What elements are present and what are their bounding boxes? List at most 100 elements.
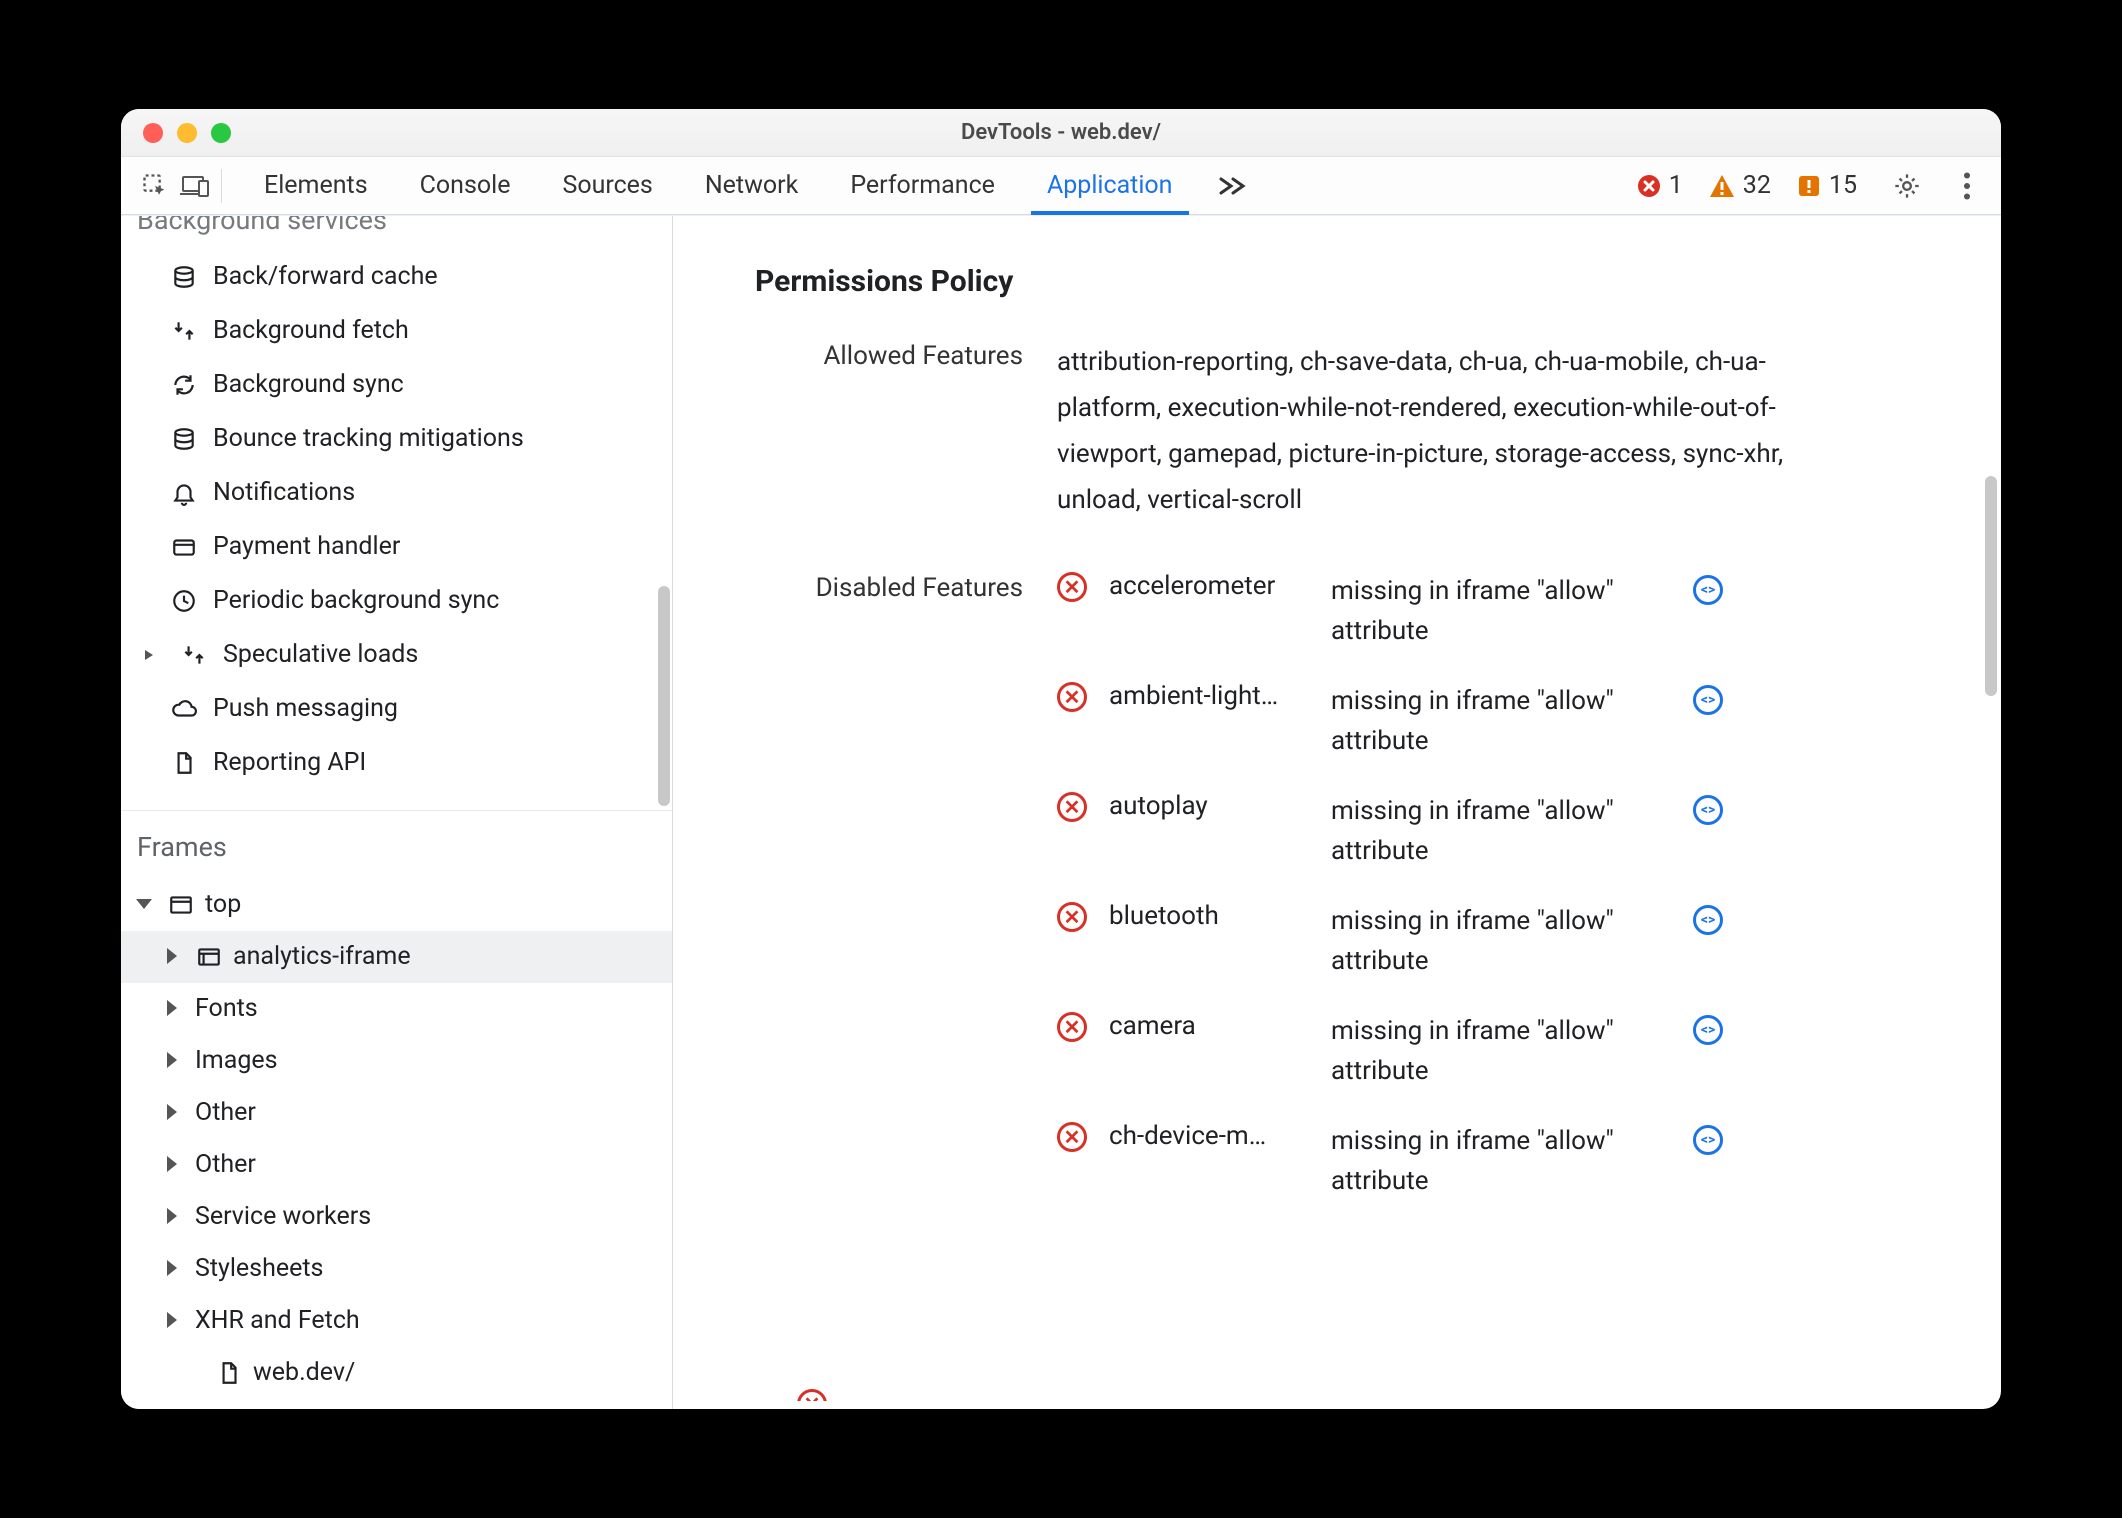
sidebar-item-notifications[interactable]: Notifications (121, 466, 672, 520)
tree-row-label: Fonts (195, 989, 258, 1029)
db-icon (169, 262, 199, 292)
close-window-button[interactable] (143, 123, 163, 143)
sidebar-item-label: Push messaging (213, 690, 398, 728)
devtools-tabs: Elements Console Sources Network Perform… (238, 157, 1199, 214)
sidebar-item-label: Background sync (213, 366, 404, 404)
disabled-feature-row: ✕ ambient-light… missing in iframe "allo… (1057, 681, 1723, 761)
frame-icon (167, 891, 195, 919)
macos-titlebar: DevTools - web.dev/ (121, 109, 2001, 157)
tree-row-service-workers[interactable]: Service workers (121, 1191, 672, 1243)
tree-row-label: analytics-iframe (233, 937, 411, 977)
sidebar-item-push-messaging[interactable]: Push messaging (121, 682, 672, 736)
tree-row-other[interactable]: Other (121, 1087, 672, 1139)
tree-row-fonts[interactable]: Fonts (121, 983, 672, 1035)
sidebar-item-label: Back/forward cache (213, 258, 438, 296)
reveal-source-icon[interactable]: <> (1693, 681, 1723, 715)
error-count[interactable]: 1 (1637, 171, 1683, 200)
sidebar-item-background-fetch[interactable]: Background fetch (121, 304, 672, 358)
disabled-feature-name: ch-device-m… (1109, 1121, 1309, 1151)
doc-icon (169, 748, 199, 778)
sidebar-item-periodic-background-sync[interactable]: Periodic background sync (121, 574, 672, 628)
frames-tree: top analytics-iframe Fonts Images Other Other… (121, 879, 672, 1399)
window-controls (121, 123, 231, 143)
tab-performance[interactable]: Performance (824, 157, 1021, 214)
sidebar-divider (121, 810, 672, 811)
tree-row-web-dev-[interactable]: web.dev/ (121, 1347, 672, 1399)
tree-arrow-icon (167, 1260, 185, 1278)
reveal-source-icon[interactable]: <> (1693, 1121, 1723, 1155)
sidebar-item-label: Bounce tracking mitigations (213, 420, 524, 458)
warning-count[interactable]: 32 (1709, 171, 1771, 200)
devtools-toolbar: Elements Console Sources Network Perform… (121, 157, 2001, 215)
cloud-icon (169, 694, 199, 724)
fetch-icon (169, 316, 199, 346)
disabled-x-icon: ✕ (1057, 791, 1087, 822)
tab-network[interactable]: Network (679, 157, 824, 214)
tree-row-other[interactable]: Other (121, 1139, 672, 1191)
sidebar-item-label: Background fetch (213, 312, 409, 350)
tab-elements[interactable]: Elements (238, 157, 394, 214)
tab-console[interactable]: Console (394, 157, 537, 214)
issue-counts: 1 32 15 (1637, 171, 1867, 200)
more-tabs-button[interactable] (1199, 175, 1265, 197)
sidebar-item-back-forward-cache[interactable]: Back/forward cache (121, 250, 672, 304)
tree-arrow-icon (167, 1000, 185, 1018)
tree-arrow-icon (167, 1104, 185, 1122)
sidebar-item-bounce-tracking-mitigations[interactable]: Bounce tracking mitigations (121, 412, 672, 466)
fetch-icon (179, 640, 209, 670)
tree-arrow-icon (167, 1156, 185, 1174)
sidebar-item-reporting-api[interactable]: Reporting API (121, 736, 672, 790)
zoom-window-button[interactable] (211, 123, 231, 143)
sidebar-item-label: Reporting API (213, 744, 366, 782)
main-scrollbar[interactable] (1985, 476, 1997, 696)
allowed-features-label: Allowed Features (755, 339, 1023, 371)
disabled-feature-reason: missing in iframe "allow" attribute (1331, 1121, 1671, 1201)
disabled-feature-row: ✕ ch-device-m… missing in iframe "allow"… (1057, 1121, 1723, 1201)
inspect-element-icon[interactable] (135, 166, 175, 206)
device-toolbar-icon[interactable] (175, 166, 215, 206)
tree-row-label: Other (195, 1145, 256, 1185)
allowed-features-value: attribution-reporting, ch-save-data, ch-… (1057, 339, 1817, 523)
settings-icon[interactable] (1887, 166, 1927, 206)
sidebar-scrollbar[interactable] (658, 586, 670, 806)
reveal-source-icon[interactable]: <> (1693, 1011, 1723, 1045)
devtools-body: Background services Back/forward cacheBa… (121, 215, 2001, 1409)
issue-icon (1797, 174, 1821, 198)
iframe-icon (195, 943, 223, 971)
disabled-features-table: ✕ accelerometer missing in iframe "allow… (1057, 571, 1723, 1201)
reveal-source-icon[interactable]: <> (1693, 901, 1723, 935)
sidebar-item-speculative-loads[interactable]: Speculative loads (121, 628, 672, 682)
tree-row-images[interactable]: Images (121, 1035, 672, 1087)
disabled-feature-reason: missing in iframe "allow" attribute (1331, 901, 1671, 981)
tab-application[interactable]: Application (1021, 157, 1199, 214)
tree-row-label: web.dev/ (253, 1353, 355, 1393)
tree-row-xhr-and-fetch[interactable]: XHR and Fetch (121, 1295, 672, 1347)
tree-row-label: Service workers (195, 1197, 371, 1237)
disabled-features-label: Disabled Features (755, 571, 1023, 603)
window-title: DevTools - web.dev/ (121, 120, 2001, 145)
tab-sources[interactable]: Sources (536, 157, 678, 214)
sidebar-item-payment-handler[interactable]: Payment handler (121, 520, 672, 574)
tree-row-top[interactable]: top (121, 879, 672, 931)
partial-disabled-row-icon: ✕ (797, 1388, 827, 1409)
tree-row-label: Other (195, 1093, 256, 1133)
db-icon (169, 424, 199, 454)
tree-row-stylesheets[interactable]: Stylesheets (121, 1243, 672, 1295)
tree-row-analytics-iframe[interactable]: analytics-iframe (121, 931, 672, 983)
reveal-source-icon[interactable]: <> (1693, 571, 1723, 605)
disabled-feature-reason: missing in iframe "allow" attribute (1331, 681, 1671, 761)
minimize-window-button[interactable] (177, 123, 197, 143)
disabled-x-icon: ✕ (1057, 901, 1087, 932)
tree-arrow-icon (139, 896, 157, 914)
permissions-policy-heading: Permissions Policy (755, 264, 1961, 299)
disabled-feature-row: ✕ accelerometer missing in iframe "allow… (1057, 571, 1723, 651)
issue-count[interactable]: 15 (1797, 171, 1857, 200)
sidebar-item-background-sync[interactable]: Background sync (121, 358, 672, 412)
tree-row-label: Images (195, 1041, 278, 1081)
kebab-menu-icon[interactable] (1947, 166, 1987, 206)
reveal-source-icon[interactable]: <> (1693, 791, 1723, 825)
devtools-window: DevTools - web.dev/ Elements Console Sou… (121, 109, 2001, 1409)
disabled-x-icon: ✕ (1057, 1011, 1087, 1042)
tree-arrow-icon (167, 948, 185, 966)
tree-arrow-icon (167, 1052, 185, 1070)
